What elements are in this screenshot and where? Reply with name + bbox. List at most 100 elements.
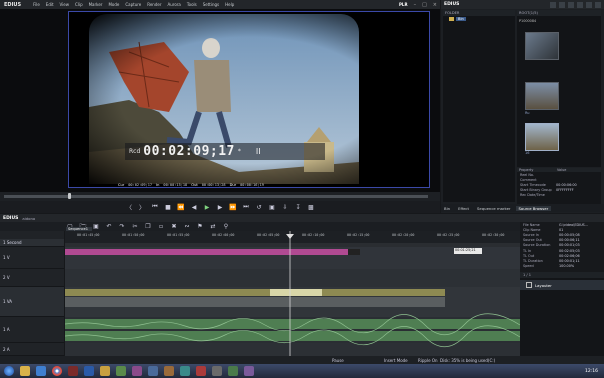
loop-icon[interactable]: ↺: [255, 203, 263, 211]
menu-help[interactable]: Help: [225, 2, 234, 7]
overwrite-icon[interactable]: ↧: [294, 203, 302, 211]
clock[interactable]: 12:16: [585, 369, 598, 374]
minimize-icon[interactable]: –: [414, 2, 417, 8]
video-clip-audio[interactable]: [65, 297, 445, 307]
menu-render[interactable]: Render: [147, 2, 161, 7]
timeline-tracks[interactable]: [65, 231, 520, 356]
clip-properties: Property Value Reel No. Comment Start Ti…: [517, 168, 601, 204]
app-icon[interactable]: [228, 366, 238, 376]
menu-file[interactable]: File: [33, 2, 40, 7]
rewind-icon[interactable]: ⏪: [177, 203, 185, 211]
folder-item-bin[interactable]: Bin: [443, 16, 515, 22]
step-back-icon[interactable]: ◀: [190, 203, 198, 211]
app-icon[interactable]: [212, 366, 222, 376]
menu-capture[interactable]: Capture: [125, 2, 141, 7]
menu-aurora[interactable]: Aurora: [168, 2, 181, 7]
track-header-1v[interactable]: 1 V: [0, 247, 64, 269]
track-header-2a[interactable]: 2 A: [0, 343, 64, 356]
menu-edit[interactable]: Edit: [46, 2, 54, 7]
save-icon[interactable]: ▣: [92, 223, 100, 231]
set-in-icon[interactable]: 〈: [125, 203, 133, 212]
paint-icon[interactable]: [100, 366, 110, 376]
app-icon[interactable]: [164, 366, 174, 376]
menu-tools[interactable]: Tools: [187, 2, 197, 7]
bin-tool-icon-5[interactable]: [586, 1, 592, 8]
video-frame: [69, 12, 429, 187]
copy-icon[interactable]: ❐: [144, 223, 152, 231]
cut-icon[interactable]: ✂: [131, 223, 139, 231]
folder-icon: [449, 17, 454, 21]
track-header-1va[interactable]: 1 VA: [0, 287, 64, 317]
fast-forward-icon[interactable]: ⏩: [229, 203, 237, 211]
tab-bin[interactable]: Bin: [441, 206, 453, 211]
menu-mode[interactable]: Mode: [108, 2, 119, 7]
audio-clip-2[interactable]: [65, 331, 520, 341]
set-out-icon[interactable]: 〉: [138, 203, 146, 212]
app-icon[interactable]: [116, 366, 126, 376]
stop-icon[interactable]: ■: [164, 203, 172, 211]
track-header-2v[interactable]: 2 V: [0, 269, 64, 287]
snap-icon[interactable]: ∾: [183, 223, 191, 231]
clip-thumbnail-1[interactable]: [525, 32, 559, 60]
bin-tool-icon-2[interactable]: [559, 1, 565, 8]
track-header-1a[interactable]: 1 A: [0, 317, 64, 343]
play-icon[interactable]: ▶: [203, 203, 211, 211]
audio-clip-1[interactable]: [65, 319, 520, 329]
menu-marker[interactable]: Marker: [89, 2, 103, 7]
bin-tool-icon-3[interactable]: [568, 1, 574, 8]
position-slider-handle[interactable]: [68, 193, 71, 199]
ruler-tick: 00:02:30;00: [482, 233, 505, 237]
title-clip[interactable]: [65, 249, 358, 255]
track-headers: 1 Second 1 V 2 V 1 VA 1 A 2 A: [0, 231, 64, 356]
menu-clip[interactable]: Clip: [75, 2, 83, 7]
ruler[interactable]: 00:01:45;00 00:01:50;00 00:01:55;00 00:0…: [65, 231, 520, 243]
next-edit-icon[interactable]: ⏭: [242, 203, 250, 211]
tab-sequence-marker[interactable]: Sequence marker: [474, 206, 513, 211]
folder-item-label: Bin: [456, 17, 466, 21]
insert-icon[interactable]: ⇩: [281, 203, 289, 211]
video-clip[interactable]: [65, 289, 445, 296]
clip-name-header: P1000084: [519, 19, 537, 23]
app-icon[interactable]: [196, 366, 206, 376]
menu-view[interactable]: View: [60, 2, 70, 7]
status-pause: Pause: [332, 357, 344, 363]
media-player-icon[interactable]: [36, 366, 46, 376]
app-icon[interactable]: [148, 366, 158, 376]
layouter-item[interactable]: Layouter: [520, 280, 604, 290]
sync-icon[interactable]: ⇄: [209, 223, 217, 231]
clip-thumbnail-2[interactable]: [525, 82, 559, 110]
app-icon[interactable]: [132, 366, 142, 376]
checkbox-icon[interactable]: [526, 282, 532, 288]
start-button-icon[interactable]: [4, 366, 14, 376]
step-forward-icon[interactable]: ▶: [216, 203, 224, 211]
timeline-window-title: EDIUS: [3, 215, 19, 221]
word-icon[interactable]: [84, 366, 94, 376]
explorer-icon[interactable]: [20, 366, 30, 376]
tab-effect[interactable]: Effect: [455, 206, 472, 211]
export-icon[interactable]: ▩: [307, 203, 315, 211]
bin-tool-icon-1[interactable]: [550, 1, 556, 8]
transport-controls: 〈 〉 ⏮ ■ ⏪ ◀ ▶ ▶ ⏩ ⏭ ↺ ▣ ⇩ ↧ ▩: [0, 201, 440, 213]
paste-icon[interactable]: ▫: [157, 223, 165, 231]
chrome-icon[interactable]: [52, 366, 62, 376]
app-icon[interactable]: [244, 366, 254, 376]
clip-thumbnail-3[interactable]: [525, 123, 559, 151]
menu-settings[interactable]: Settings: [203, 2, 219, 7]
edius-icon[interactable]: [68, 366, 78, 376]
track-header-timescale[interactable]: 1 Second: [0, 239, 64, 247]
match-frame-icon[interactable]: ▣: [268, 203, 276, 211]
tab-source-browser[interactable]: Source Browser: [515, 205, 552, 211]
redo-icon[interactable]: ↷: [118, 223, 126, 231]
bin-tool-icon-4[interactable]: [577, 1, 583, 8]
prev-edit-icon[interactable]: ⏮: [151, 203, 159, 211]
selected-clip[interactable]: [270, 289, 322, 296]
zoom-icon[interactable]: ⚲: [222, 223, 230, 231]
maximize-icon[interactable]: □: [422, 2, 427, 8]
close-icon[interactable]: ×: [433, 2, 437, 8]
marker-icon[interactable]: ⚑: [196, 223, 204, 231]
windows-taskbar: 12:16: [0, 364, 604, 378]
delete-icon[interactable]: ✖: [170, 223, 178, 231]
app-icon[interactable]: [180, 366, 190, 376]
undo-icon[interactable]: ↶: [105, 223, 113, 231]
bin-tool-icon-6[interactable]: [595, 1, 601, 8]
